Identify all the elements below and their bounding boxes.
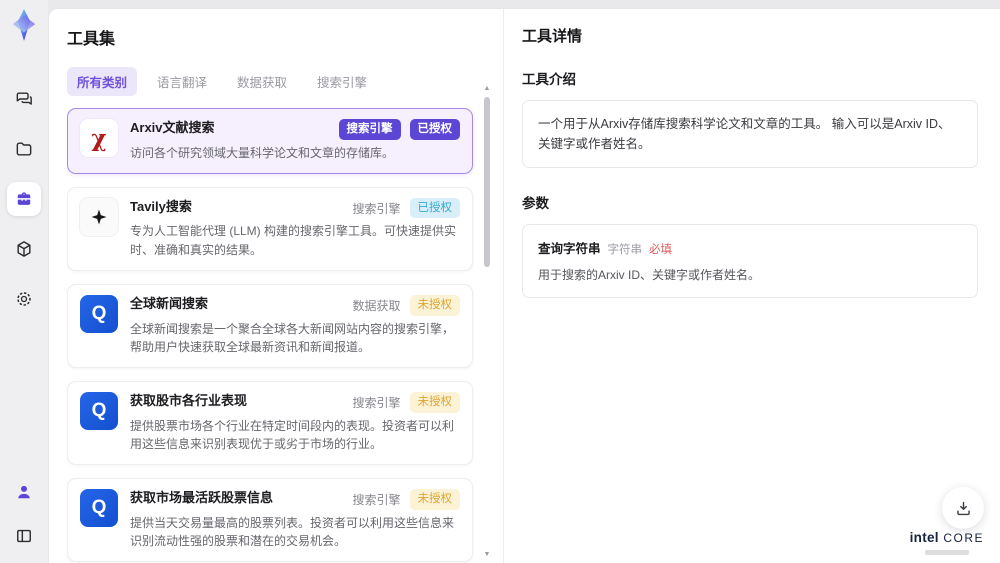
- intel-core-logo: intel CORE: [910, 529, 984, 555]
- sidebar-item-toolbox[interactable]: [7, 182, 41, 216]
- collapse-sidebar-button[interactable]: [7, 519, 41, 553]
- search-q-icon: Q: [80, 488, 118, 527]
- sidebar-item-settings[interactable]: [7, 282, 41, 316]
- tool-card[interactable]: Q 获取市场最活跃股票信息 搜索引擎 未授权 提供当天交易量最高的股票列表。投资…: [67, 477, 473, 563]
- tool-desc: 专为人工智能代理 (LLM) 构建的搜索引擎工具。可快速提供实时、准确和真实的结…: [130, 224, 457, 258]
- tools-list: χ Arxiv文献搜索 搜索引擎 已授权 访问各个研究领域大量科学论文和文章的存…: [67, 108, 503, 563]
- sidebar-item-files[interactable]: [7, 132, 41, 166]
- category-tag: 数据获取: [352, 298, 401, 313]
- sparkle-icon: [80, 197, 118, 236]
- param-box: 查询字符串 字符串 必填 用于搜索的Arxiv ID、关键字或作者姓名。: [522, 224, 978, 298]
- param-type: 字符串: [607, 244, 643, 256]
- user-avatar[interactable]: [7, 475, 41, 509]
- category-tag: 搜索引擎: [352, 492, 401, 507]
- auth-badge: 已授权: [409, 197, 460, 219]
- tab-data-fetch[interactable]: 数据获取: [227, 67, 297, 96]
- intro-box: 一个用于从Arxiv存储库搜索科学论文和文章的工具。 输入可以是Arxiv ID…: [522, 100, 978, 168]
- tab-language-translation[interactable]: 语言翻译: [147, 67, 217, 96]
- cube-icon: [17, 241, 31, 257]
- scroll-up-arrow[interactable]: ▲: [483, 85, 491, 93]
- page-title: 工具集: [67, 31, 116, 48]
- sidebar: [0, 0, 48, 563]
- sidebar-item-chat[interactable]: [7, 82, 41, 116]
- tool-card[interactable]: χ Arxiv文献搜索 搜索引擎 已授权 访问各个研究领域大量科学论文和文章的存…: [67, 108, 473, 174]
- params-heading: 参数: [522, 196, 549, 211]
- scroll-down-arrow[interactable]: ▼: [483, 551, 491, 559]
- category-tag: 搜索引擎: [352, 395, 401, 410]
- auth-badge: 未授权: [409, 294, 460, 316]
- brand-subtext-bar: [924, 550, 969, 555]
- main-panel: 工具集 所有类别 语言翻译 数据获取 搜索引擎 χ Arxiv文献搜索 搜索引擎: [48, 8, 1000, 563]
- chat-icon: [16, 92, 32, 105]
- category-tag: 搜索引擎: [338, 119, 401, 140]
- list-scrollbar[interactable]: ▲ ▼: [483, 83, 491, 563]
- tool-card[interactable]: Q 获取股市各行业表现 搜索引擎 未授权 提供股票市场各个行业在特定时间段内的表…: [67, 380, 473, 465]
- gear-icon: [17, 292, 31, 306]
- tool-name: Tavily搜索: [130, 198, 192, 214]
- intro-heading: 工具介绍: [522, 72, 576, 87]
- folder-icon: [16, 142, 32, 156]
- tool-card[interactable]: Tavily搜索 搜索引擎 已授权 专为人工智能代理 (LLM) 构建的搜索引擎…: [67, 186, 473, 271]
- auth-badge: 未授权: [409, 488, 460, 510]
- param-name: 查询字符串: [538, 242, 601, 256]
- category-tag: 搜索引擎: [352, 201, 401, 216]
- auth-badge: 未授权: [409, 391, 460, 413]
- app-window: 工具集 所有类别 语言翻译 数据获取 搜索引擎 χ Arxiv文献搜索 搜索引擎: [0, 0, 1000, 563]
- intro-text: 一个用于从Arxiv存储库搜索科学论文和文章的工具。 输入可以是Arxiv ID…: [538, 117, 951, 151]
- tool-name: 全球新闻搜索: [130, 295, 209, 311]
- download-button[interactable]: [942, 487, 984, 529]
- tab-search-engine[interactable]: 搜索引擎: [307, 67, 377, 96]
- toolbox-icon: [17, 192, 31, 205]
- detail-title: 工具详情: [522, 28, 583, 45]
- download-icon: [956, 501, 970, 515]
- search-q-icon: Q: [80, 294, 118, 333]
- tool-desc: 全球新闻搜索是一个聚合全球各大新闻网站内容的搜索引擎，帮助用户快速获取全球最新资…: [130, 321, 455, 355]
- tab-all-categories[interactable]: 所有类别: [67, 67, 138, 96]
- tool-desc: 提供股票市场各个行业在特定时间段内的表现。投资者可以利用这些信息来识别表现优于或…: [130, 418, 455, 452]
- category-tabs: 所有类别 语言翻译 数据获取 搜索引擎: [67, 67, 503, 96]
- scrollbar-thumb[interactable]: [484, 97, 490, 267]
- tool-desc: 访问各个研究领域大量科学论文和文章的存储库。: [130, 145, 395, 160]
- core-wordmark: CORE: [943, 531, 984, 546]
- search-q-icon: Q: [80, 391, 118, 430]
- param-required-badge: 必填: [649, 244, 673, 256]
- tool-name: Arxiv文献搜索: [130, 120, 215, 135]
- tool-name: 获取市场最活跃股票信息: [130, 489, 274, 505]
- tool-card[interactable]: Q 全球新闻搜索 数据获取 未授权 全球新闻搜索是一个聚合全球各大新闻网站内容的…: [67, 283, 473, 368]
- param-desc: 用于搜索的Arxiv ID、关键字或作者姓名。: [538, 268, 761, 282]
- intel-wordmark: intel: [909, 530, 939, 546]
- tool-name: 获取股市各行业表现: [130, 392, 248, 408]
- person-icon: [18, 485, 30, 499]
- app-logo-icon: [12, 9, 36, 41]
- tool-desc: 提供当天交易量最高的股票列表。投资者可以利用这些信息来识别流动性强的股票和潜在的…: [130, 515, 455, 549]
- tools-list-pane: 工具集 所有类别 语言翻译 数据获取 搜索引擎 χ Arxiv文献搜索 搜索引擎: [49, 9, 504, 563]
- tool-detail-pane: 工具详情 工具介绍 一个用于从Arxiv存储库搜索科学论文和文章的工具。 输入可…: [504, 9, 1000, 563]
- auth-badge: 已授权: [409, 119, 460, 140]
- sidebar-item-packages[interactable]: [7, 232, 41, 266]
- arxiv-icon: χ: [80, 119, 118, 157]
- panel-layout-icon: [17, 529, 31, 543]
